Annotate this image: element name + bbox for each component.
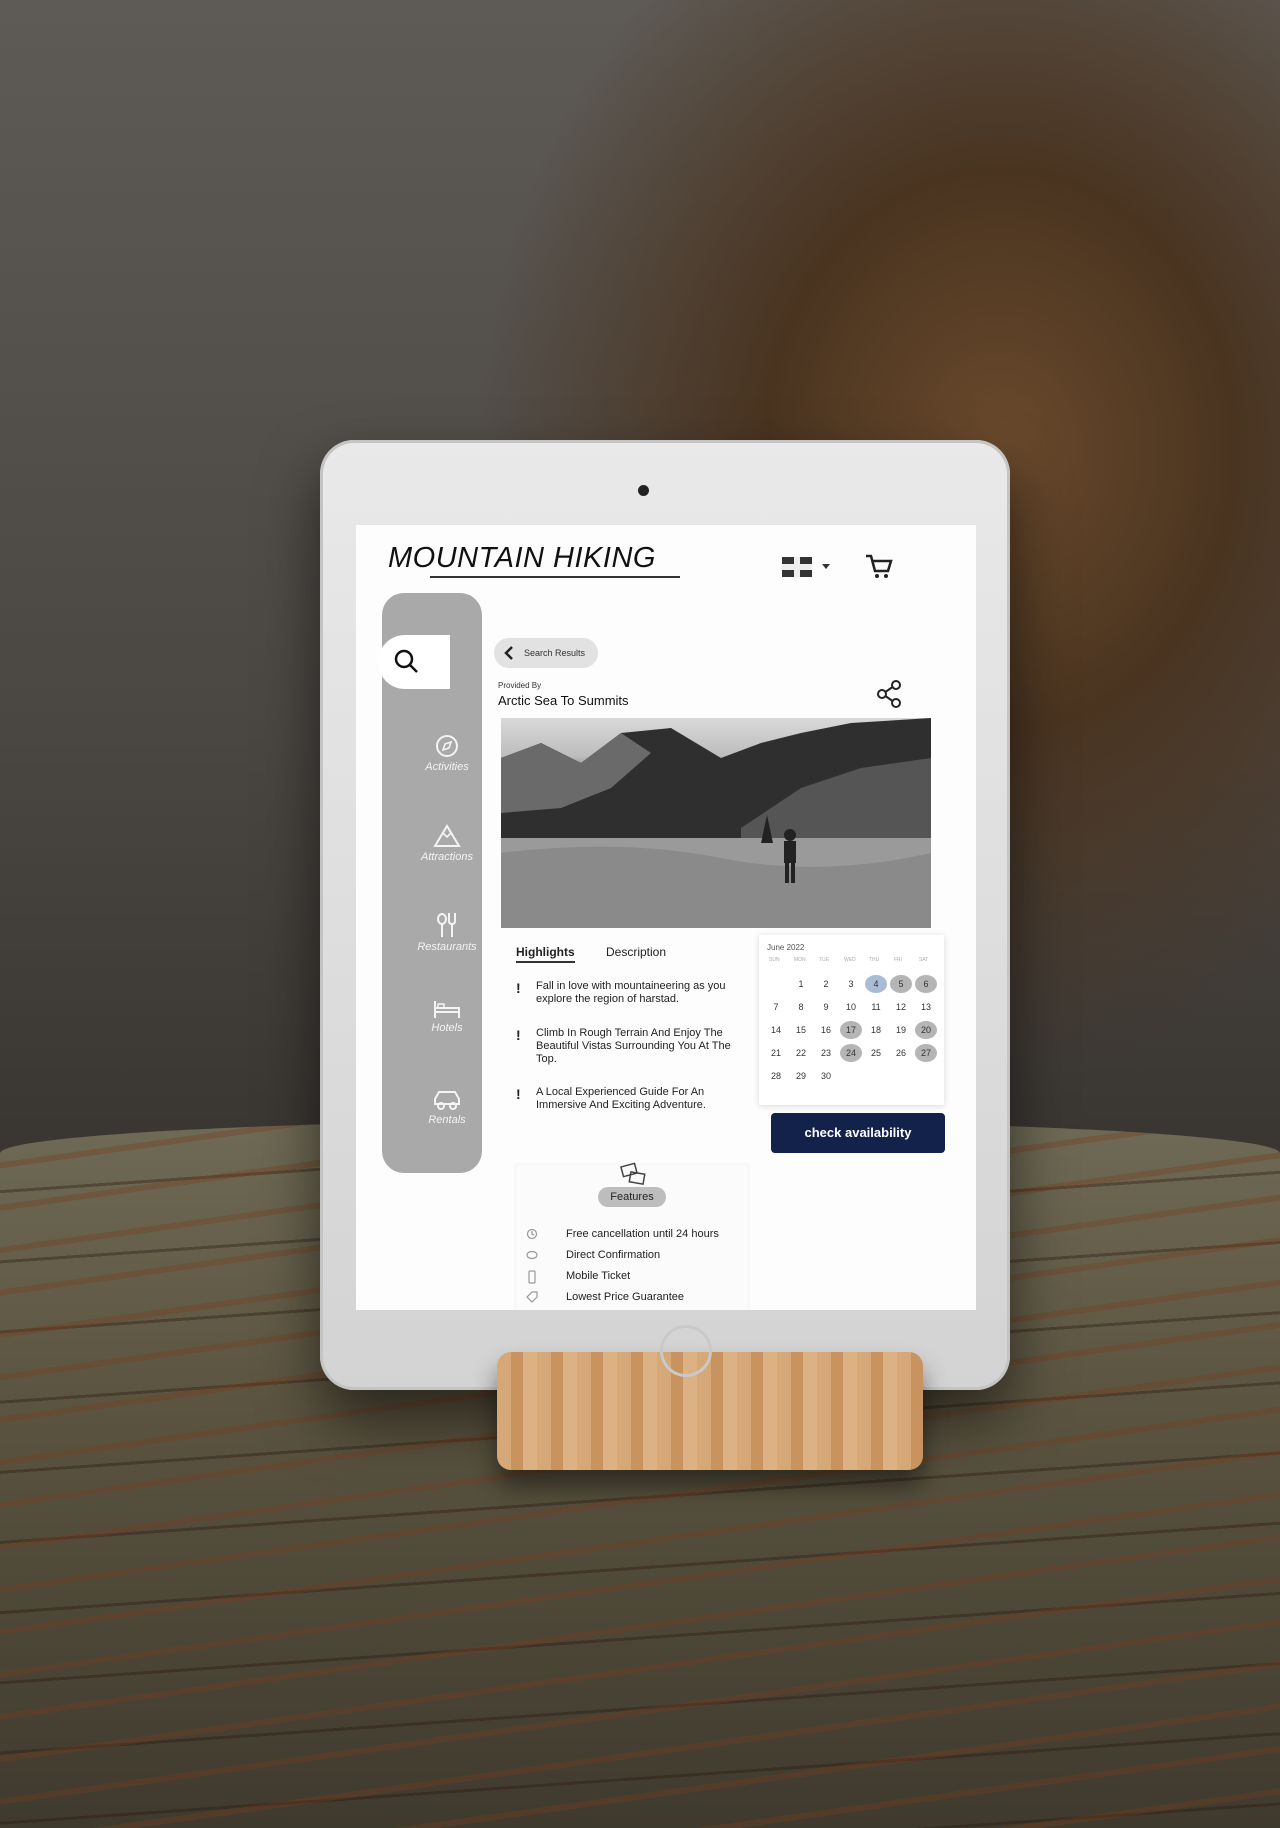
compass-icon <box>436 735 458 757</box>
features-title: Features <box>598 1187 666 1207</box>
sidebar-item-label: Hotels <box>431 1022 463 1034</box>
chevron-left-icon <box>504 646 513 660</box>
calendar-day[interactable]: 20 <box>915 1021 937 1039</box>
cart-icon[interactable] <box>864 553 894 581</box>
calendar-day[interactable]: 10 <box>840 998 862 1016</box>
tab-description[interactable]: Description <box>606 945 666 959</box>
calendar-day[interactable]: 3 <box>840 975 862 993</box>
cutlery-icon <box>437 913 456 937</box>
features-panel: Features Free cancellation until 24 hour… <box>516 1162 748 1310</box>
exclamation-icon: ! <box>516 980 521 996</box>
bed-icon <box>434 1001 460 1018</box>
calendar-day[interactable]: 12 <box>890 998 912 1016</box>
sidebar-item-rentals[interactable]: Rentals <box>382 1088 512 1126</box>
feature-label: Mobile Ticket <box>566 1270 631 1282</box>
calendar-day[interactable]: 29 <box>790 1067 812 1085</box>
sidebar-item-restaurants[interactable]: Restaurants <box>382 911 512 953</box>
calendar-day[interactable]: 25 <box>865 1044 887 1062</box>
sidebar-item-activities[interactable]: Activities <box>382 733 512 773</box>
sidebar-item-label: Restaurants <box>417 941 477 953</box>
calendar-day[interactable]: 21 <box>765 1044 787 1062</box>
tab-highlights[interactable]: Highlights <box>516 945 575 963</box>
calendar-weekday: SUN <box>769 957 780 963</box>
sidebar-item-hotels[interactable]: Hotels <box>382 998 512 1034</box>
highlight-text: A Local Experienced Guide For An Immersi… <box>536 1086 706 1111</box>
mobile-icon <box>528 1270 536 1284</box>
uk-flag-icon[interactable] <box>782 557 812 577</box>
home-button[interactable] <box>660 1325 712 1377</box>
sidebar-item-label: Attractions <box>421 851 473 863</box>
provided-by-label: Provided By <box>498 681 542 690</box>
calendar-day[interactable]: 27 <box>915 1044 937 1062</box>
sidebar-item-label: Rentals <box>428 1114 466 1126</box>
calendar-day[interactable]: 4 <box>865 975 887 993</box>
sidebar-item-attractions[interactable]: Attractions <box>382 823 512 863</box>
page-title: MOUNTAIN HIKING <box>388 542 656 574</box>
calendar-day[interactable]: 28 <box>765 1067 787 1085</box>
calendar-day[interactable]: 18 <box>865 1021 887 1039</box>
title-underline <box>430 576 680 578</box>
calendar-weekday: THU <box>869 957 880 963</box>
calendar-day[interactable]: 5 <box>890 975 912 993</box>
calendar-weekday: FRI <box>894 957 903 963</box>
calendar-weekday: SAT <box>919 957 929 963</box>
calendar-day[interactable]: 6 <box>915 975 937 993</box>
thumbs-up-icon <box>526 1250 538 1260</box>
calendar-day[interactable]: 22 <box>790 1044 812 1062</box>
calendar-day[interactable]: 7 <box>765 998 787 1016</box>
back-to-search-button[interactable]: Search Results <box>494 638 598 668</box>
mountain-landscape-image <box>501 718 931 928</box>
search-button[interactable] <box>378 635 450 689</box>
car-icon <box>434 1091 460 1110</box>
search-icon <box>394 649 418 673</box>
calendar-day[interactable]: 9 <box>815 998 837 1016</box>
provider-name[interactable]: Arctic Sea To Summits <box>498 693 629 708</box>
chevron-down-icon[interactable] <box>822 564 830 569</box>
back-label: Search Results <box>524 648 586 658</box>
check-availability-button[interactable]: check availability <box>771 1113 945 1153</box>
calendar-day[interactable]: 15 <box>790 1021 812 1039</box>
calendar-day[interactable]: 14 <box>765 1021 787 1039</box>
calendar-month: June 2022 <box>767 943 805 952</box>
calendar-weekday: WED <box>844 957 856 963</box>
calendar-day[interactable]: 23 <box>815 1044 837 1062</box>
calendar-day[interactable]: 11 <box>865 998 887 1016</box>
sidebar-item-label: Activities <box>425 761 469 773</box>
calendar-day[interactable]: 26 <box>890 1044 912 1062</box>
mountain-icon <box>433 824 461 847</box>
exclamation-icon: ! <box>516 1027 521 1043</box>
feature-label: Free cancellation until 24 hours <box>566 1228 719 1240</box>
calendar-weekday: MON <box>794 957 806 963</box>
share-icon[interactable] <box>874 679 904 709</box>
calendar-day[interactable]: 16 <box>815 1021 837 1039</box>
calendar-day[interactable]: 8 <box>790 998 812 1016</box>
availability-calendar: June 2022 SUN MON TUE WED THU FRI SAT 12345678… <box>759 935 944 1105</box>
calendar-weekday: TUE <box>819 957 829 963</box>
calendar-day[interactable]: 30 <box>815 1067 837 1085</box>
calendar-day[interactable]: 2 <box>815 975 837 993</box>
calendar-day[interactable]: 24 <box>840 1044 862 1062</box>
history-icon <box>526 1228 538 1240</box>
hero-image <box>501 718 931 928</box>
calendar-day[interactable]: 1 <box>790 975 812 993</box>
app-screen: MOUNTAIN HIKING Activities Attractions R… <box>356 525 976 1310</box>
tag-icon <box>526 1291 538 1303</box>
tablet-stand <box>497 1352 923 1470</box>
calendar-day[interactable]: 17 <box>840 1021 862 1039</box>
feature-label: Direct Confirmation <box>566 1249 661 1261</box>
exclamation-icon: ! <box>516 1086 521 1102</box>
calendar-day[interactable]: 13 <box>915 998 937 1016</box>
highlight-text: Climb In Rough Terrain And Enjoy The Bea… <box>536 1027 731 1065</box>
highlight-text: Fall in love with mountaineering as you … <box>536 980 726 1005</box>
tablet-camera <box>638 485 649 496</box>
feature-label: Lowest Price Guarantee <box>566 1291 685 1303</box>
calendar-day[interactable]: 19 <box>890 1021 912 1039</box>
